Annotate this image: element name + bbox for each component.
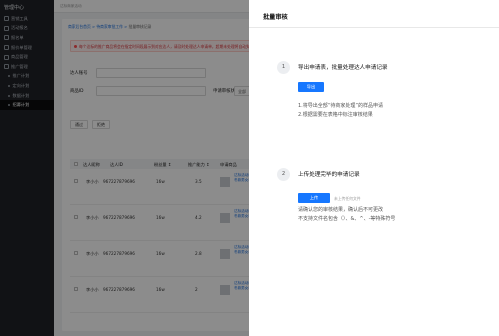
export-button[interactable]: 导出	[298, 82, 324, 92]
drawer-title: 批量审核	[263, 14, 288, 21]
step-1-badge: 1	[277, 61, 290, 74]
step-1-note-2: 2.根据需要在表格中标注审核结果	[298, 112, 373, 118]
divider	[249, 27, 499, 28]
upload-file-hint: 未上传任何文件	[334, 196, 361, 201]
step-2-note-1: 请确认您的审核结果，确认后不可更改	[298, 207, 384, 213]
step-2-badge: 2	[277, 168, 290, 181]
upload-button[interactable]: 上传	[298, 193, 330, 203]
step-1-note-1: 1.将导出全部“待商家处理”的样品申请	[298, 103, 383, 109]
step-2-note-2: 不支持文件名包含（）、&、^、-等特殊符号	[298, 216, 396, 222]
batch-review-drawer: 批量审核 1 导出申请表，批量处理达人申请记录 导出 1.将导出全部“待商家处理…	[249, 0, 499, 336]
step-1-title: 导出申请表，批量处理达人申请记录	[298, 65, 388, 71]
step-2-title: 上传处理完毕的申请记录	[298, 172, 360, 178]
